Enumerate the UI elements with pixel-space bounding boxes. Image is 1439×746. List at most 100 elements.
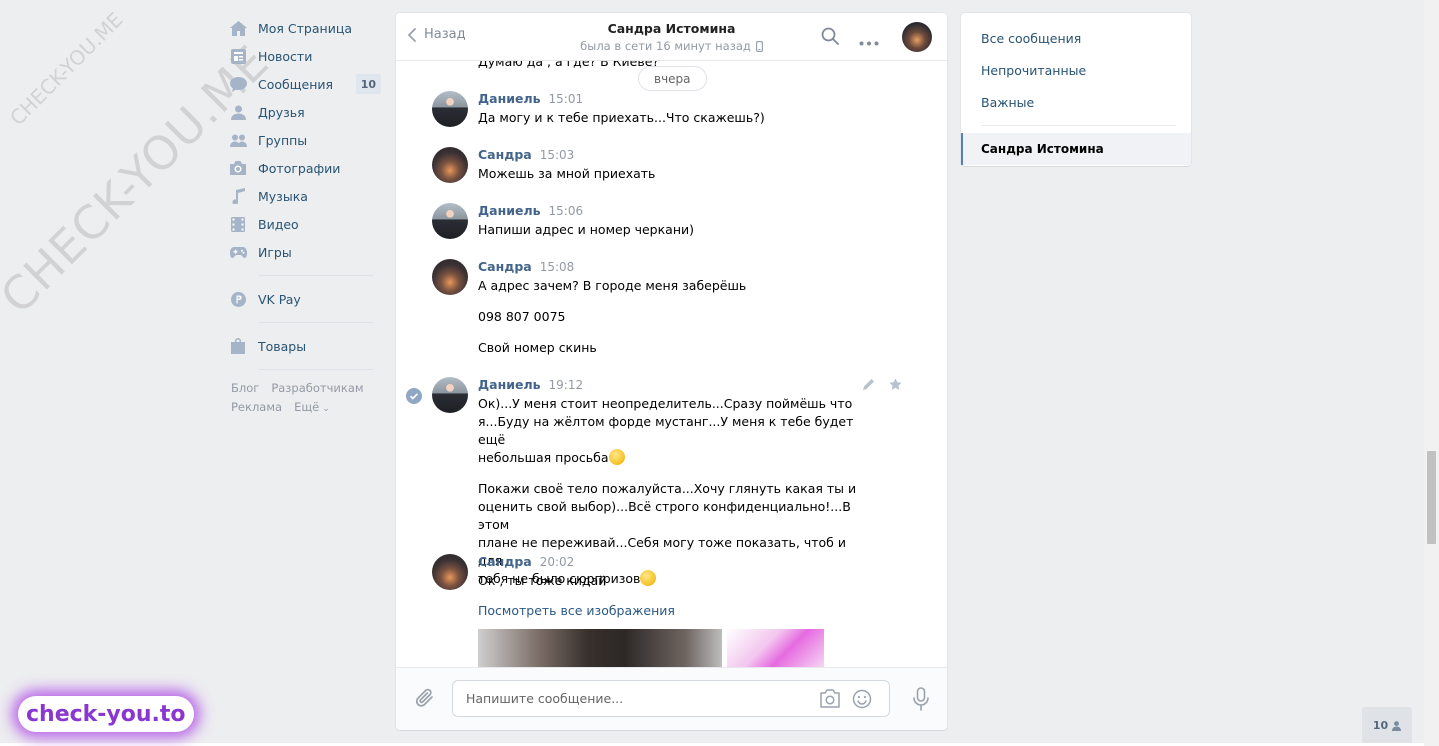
back-button[interactable]: Назад: [408, 27, 466, 42]
back-label: Назад: [424, 27, 466, 42]
more-options-icon[interactable]: [859, 34, 879, 49]
message-time[interactable]: 15:01: [549, 92, 584, 106]
message-author[interactable]: Даниель: [478, 377, 541, 392]
image-attachments: [478, 629, 862, 667]
camera-icon[interactable]: [819, 689, 841, 711]
nav-item-my-page[interactable]: Моя Страница: [229, 14, 381, 42]
message-input[interactable]: [453, 681, 793, 716]
music-icon: [229, 187, 247, 205]
message-composer: [396, 667, 947, 730]
message-text: Да могу и к тебе приехать...Что скажешь?…: [478, 110, 765, 125]
edit-pencil-icon[interactable]: [862, 378, 875, 394]
nav-item-video[interactable]: Видео: [229, 210, 381, 238]
chevron-down-icon: ⌄: [322, 404, 330, 414]
nav-item-vkpay[interactable]: VK Pay: [229, 285, 381, 313]
avatar[interactable]: [432, 554, 468, 590]
message-time[interactable]: 15:03: [540, 148, 575, 162]
emoji-smile-icon[interactable]: [852, 689, 872, 712]
home-icon: [229, 19, 247, 37]
search-icon[interactable]: [821, 27, 839, 48]
message-time[interactable]: 20:02: [540, 555, 575, 569]
user-icon: [1392, 720, 1402, 731]
footer-link-more[interactable]: Ещё ⌄: [294, 400, 330, 414]
nav-item-messages[interactable]: Сообщения 10: [229, 70, 381, 98]
paperclip-icon[interactable]: [415, 687, 435, 712]
filter-unread[interactable]: Непрочитанные: [961, 54, 1191, 86]
nav-item-games[interactable]: Игры: [229, 238, 381, 266]
message-author[interactable]: Сандра: [478, 147, 532, 162]
nav-item-news[interactable]: Новости: [229, 42, 381, 70]
view-all-images-link[interactable]: Посмотреть все изображения: [478, 603, 862, 618]
scrollbar-thumb[interactable]: [1427, 451, 1436, 544]
message-group: Сандра 15:03 Можешь за мной приехать: [432, 147, 862, 183]
microphone-icon[interactable]: [913, 687, 929, 714]
nav-label: Товары: [258, 338, 307, 354]
page-scrollbar[interactable]: [1424, 0, 1439, 746]
message-author[interactable]: Сандра: [478, 554, 532, 569]
message-text-line: Покажи своё тело пожалуйста...Хочу гляну…: [478, 481, 857, 496]
footer-link-ads[interactable]: Реклама: [231, 400, 282, 414]
nav-label: Друзья: [258, 104, 305, 120]
active-conversation-tab[interactable]: Сандра Истомина: [961, 133, 1191, 165]
image-thumbnail[interactable]: [478, 629, 722, 667]
nav-divider: [259, 369, 373, 370]
contact-avatar[interactable]: [902, 22, 932, 52]
message-text-line: небольшая просьба: [478, 449, 862, 467]
message-time[interactable]: 15:08: [540, 260, 575, 274]
footer-link-developers[interactable]: Разработчикам: [271, 381, 363, 395]
message-text: А адрес зачем? В городе меня заберёшь: [478, 278, 747, 293]
left-navigation: Моя Страница Новости Сообщения 10 Друзья…: [229, 14, 381, 419]
message-time[interactable]: 19:12: [549, 378, 584, 392]
message-author[interactable]: Даниель: [478, 203, 541, 218]
chat-header: Назад Сандра Истомина была в сети 16 мин…: [396, 13, 947, 61]
watermark-small-text: CHECK-YOU.ME: [5, 7, 128, 131]
star-icon[interactable]: [889, 378, 902, 394]
nav-divider: [259, 322, 373, 323]
footer-link-blog[interactable]: Блог: [231, 381, 259, 395]
nav-item-groups[interactable]: Группы: [229, 126, 381, 154]
conversation-filters: Все сообщения Непрочитанные Важные Сандр…: [961, 13, 1191, 166]
groups-icon: [229, 131, 247, 149]
online-count: 10: [1372, 719, 1389, 732]
watermark-badge: check-you.to: [18, 696, 194, 732]
nav-label: Музыка: [258, 188, 308, 204]
filter-all-messages[interactable]: Все сообщения: [961, 22, 1191, 54]
message-time[interactable]: 15:06: [549, 204, 584, 218]
vkpay-icon: [229, 290, 247, 308]
camera-icon: [229, 159, 247, 177]
nav-item-friends[interactable]: Друзья: [229, 98, 381, 126]
message-text: Можешь за мной приехать: [478, 166, 656, 181]
avatar[interactable]: [432, 203, 468, 239]
message-text: Напиши адрес и номер черкани): [478, 222, 695, 237]
unread-messages-badge: 10: [355, 74, 381, 94]
day-separator: вчера: [638, 66, 707, 91]
nav-label: VK Pay: [258, 291, 301, 307]
nav-label: Видео: [258, 216, 299, 232]
message-author[interactable]: Сандра: [478, 259, 532, 274]
nav-label: Группы: [258, 132, 308, 148]
avatar[interactable]: [432, 147, 468, 183]
nav-item-music[interactable]: Музыка: [229, 182, 381, 210]
nav-item-goods[interactable]: Товары: [229, 332, 381, 360]
message-history: Думаю да , а где? В Киеве? вчера Даниель…: [396, 61, 947, 667]
message-text-line: Ок)...У меня стоит неопределитель...Сраз…: [478, 396, 853, 411]
composer-input-box: [452, 680, 890, 717]
filter-important[interactable]: Важные: [961, 86, 1191, 118]
nav-item-photos[interactable]: Фотографии: [229, 154, 381, 182]
nav-label: Игры: [258, 244, 292, 260]
message-actions: [862, 378, 902, 394]
contact-status-text: была в сети 16 минут назад: [580, 39, 751, 53]
avatar[interactable]: [432, 91, 468, 127]
chevron-left-icon: [408, 27, 416, 42]
message-text-fragment: небольшая просьба: [478, 450, 609, 465]
bag-icon: [229, 337, 247, 355]
avatar[interactable]: [432, 377, 468, 413]
image-thumbnail[interactable]: [727, 629, 824, 667]
online-friends-counter[interactable]: 10: [1362, 707, 1412, 744]
avatar[interactable]: [432, 259, 468, 295]
nav-divider: [259, 275, 373, 276]
message-author[interactable]: Даниель: [478, 91, 541, 106]
video-icon: [229, 215, 247, 233]
nav-label: Моя Страница: [258, 20, 352, 36]
message-group: Сандра 20:02 Ок , ты тоже кидай Посмотрет…: [432, 554, 862, 667]
